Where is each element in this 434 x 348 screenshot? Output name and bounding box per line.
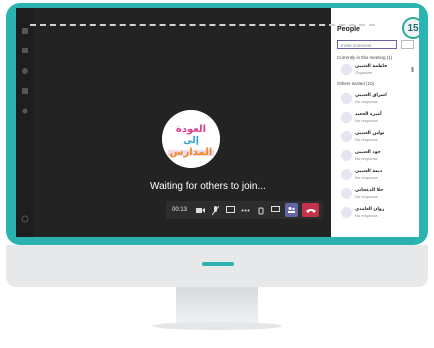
participant-organizer[interactable]: فاطمة العتيبي Organizer	[341, 63, 416, 77]
app-left-rail	[16, 8, 34, 237]
chat-button[interactable]	[270, 204, 281, 216]
call-timer: 00:13	[172, 207, 188, 213]
list-item[interactable]: تولين العتيبي No response	[341, 130, 416, 144]
list-item[interactable]: أميرة الجعيد No response	[341, 111, 416, 125]
participant-name: تولين العتيبي	[355, 131, 385, 136]
people-panel-title: People	[337, 26, 360, 33]
monitor-stand-base	[152, 322, 282, 330]
avatar	[341, 207, 352, 218]
participant-name: اشراق العتيبي	[355, 93, 387, 98]
participant-name: روان الغامدي	[355, 207, 385, 212]
avatar	[341, 150, 352, 161]
screen: العودة إلى المدارس Waiting for others to…	[16, 8, 419, 237]
participant-status: No response	[355, 137, 378, 142]
participant-status: No response	[355, 175, 378, 180]
avatar	[341, 64, 352, 75]
participant-role: Organizer	[355, 70, 373, 75]
avatar	[341, 188, 352, 199]
activity-icon[interactable]	[20, 26, 30, 36]
list-item[interactable]: جود العتيبي No response	[341, 149, 416, 163]
teams-icon[interactable]	[20, 66, 30, 76]
list-item[interactable]: ديمة العتيبي No response	[341, 168, 416, 182]
hang-up-button[interactable]	[302, 203, 320, 217]
avatar	[341, 93, 352, 104]
people-panel: People Invite someone Currently in this …	[331, 8, 419, 237]
current-participants-header[interactable]: Currently in this meeting (1)	[337, 55, 392, 60]
meeting-stage: العودة إلى المدارس Waiting for others to…	[34, 8, 331, 237]
camera-toggle-button[interactable]	[195, 204, 206, 216]
logo-line-3: المدارس	[170, 147, 213, 158]
chat-icon[interactable]	[20, 46, 30, 56]
guide-dashed-line	[30, 24, 375, 26]
others-invited-header[interactable]: Others invited (10)	[337, 81, 374, 86]
invite-someone-input[interactable]: Invite someone	[337, 40, 397, 49]
participant-name: أميرة الجعيد	[355, 112, 382, 117]
participant-status: No response	[355, 118, 378, 123]
avatar	[341, 169, 352, 180]
avatar	[341, 112, 352, 123]
back-to-school-logo: العودة إلى المدارس	[162, 110, 220, 168]
share-screen-button[interactable]	[225, 204, 236, 216]
list-item[interactable]: روان الغامدي No response	[341, 206, 416, 220]
more-icon	[241, 209, 250, 211]
calendar-icon[interactable]	[20, 86, 30, 96]
calls-icon[interactable]	[20, 106, 30, 116]
participant-status: No response	[355, 156, 378, 161]
hang-up-icon	[305, 208, 316, 213]
show-participants-button[interactable]	[285, 203, 299, 217]
power-indicator	[202, 262, 234, 266]
people-icon	[288, 207, 296, 213]
meeting-avatar: العودة إلى المدارس	[162, 110, 220, 168]
help-icon[interactable]	[20, 214, 30, 224]
meeting-toolbar: 00:13	[166, 201, 323, 219]
monitor-stand-neck	[176, 287, 258, 325]
chat-bubble-icon	[271, 206, 281, 212]
step-number-badge: 15	[402, 17, 419, 39]
list-item[interactable]: اشراق العتيبي No response	[341, 92, 416, 106]
microphone-icon	[212, 205, 220, 215]
participant-name: حلا الدعجاني	[355, 188, 384, 193]
waiting-message: Waiting for others to join...	[150, 181, 266, 192]
raise-hand-button[interactable]	[255, 204, 266, 216]
mic-toggle-button[interactable]	[210, 204, 221, 216]
more-actions-button[interactable]	[240, 204, 251, 216]
participant-status: No response	[355, 213, 378, 218]
list-item[interactable]: حلا الدعجاني No response	[341, 187, 416, 201]
share-screen-icon	[226, 206, 236, 213]
camera-icon	[196, 207, 206, 213]
participant-status: No response	[355, 194, 378, 199]
logo-line-2: إلى	[183, 136, 199, 146]
monitor-bezel	[6, 245, 428, 287]
microphone-icon	[411, 67, 414, 72]
logo-line-1: العودة	[176, 124, 206, 135]
participant-name: جود العتيبي	[355, 150, 381, 155]
avatar	[341, 131, 352, 142]
hand-icon	[258, 207, 264, 214]
participant-name: فاطمة العتيبي	[355, 64, 388, 69]
participant-status: No response	[355, 99, 378, 104]
participant-name: ديمة العتيبي	[355, 169, 383, 174]
share-invite-button[interactable]	[401, 40, 414, 49]
